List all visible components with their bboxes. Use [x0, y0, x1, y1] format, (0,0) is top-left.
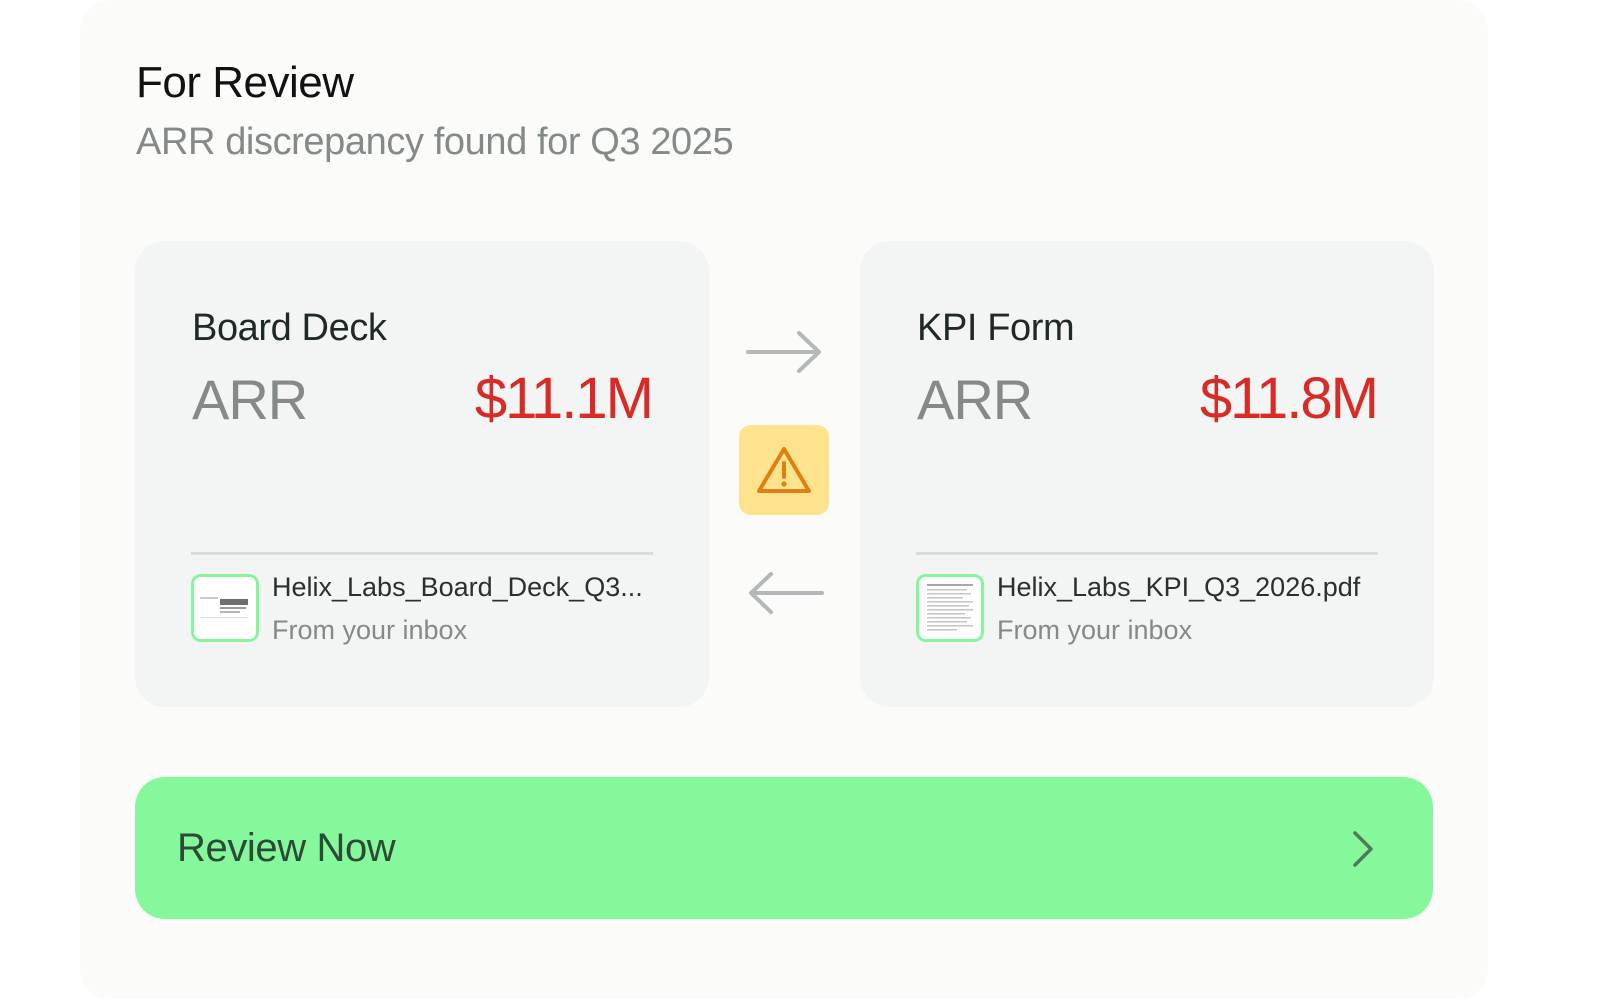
metric-label: ARR	[917, 368, 1033, 431]
page-subtitle: ARR discrepancy found for Q3 2025	[136, 121, 734, 163]
board-deck-card: Board Deck ARR $11.1M Helix_Labs_Board_D…	[135, 241, 709, 707]
metric-value: $11.8M	[1199, 366, 1379, 431]
card-title: Board Deck	[192, 307, 387, 349]
file-thumbnail[interactable]	[191, 574, 259, 642]
file-thumbnail[interactable]	[916, 574, 984, 642]
file-name[interactable]: Helix_Labs_Board_Deck_Q3...	[272, 572, 656, 603]
card-divider	[916, 552, 1378, 555]
file-source: From your inbox	[272, 615, 468, 645]
review-now-label: Review Now	[177, 826, 396, 870]
warning-icon	[757, 447, 811, 493]
file-name[interactable]: Helix_Labs_KPI_Q3_2026.pdf	[997, 572, 1381, 603]
slide-thumbnail-icon	[194, 577, 256, 639]
card-divider	[191, 552, 653, 555]
metric-label: ARR	[192, 368, 308, 431]
chevron-right-icon	[1353, 831, 1373, 867]
file-source: From your inbox	[997, 615, 1193, 645]
review-now-button[interactable]: Review Now	[135, 777, 1433, 919]
kpi-form-card: KPI Form ARR $11.8M Helix_Labs_KPI_Q3_20…	[860, 241, 1434, 707]
page-title: For Review	[136, 58, 354, 107]
document-thumbnail-icon	[919, 577, 981, 639]
arrow-right-icon	[746, 331, 821, 373]
arrow-left-icon	[749, 572, 824, 614]
metric-value: $11.1M	[474, 366, 654, 431]
card-title: KPI Form	[917, 307, 1075, 349]
warning-badge	[739, 425, 829, 515]
